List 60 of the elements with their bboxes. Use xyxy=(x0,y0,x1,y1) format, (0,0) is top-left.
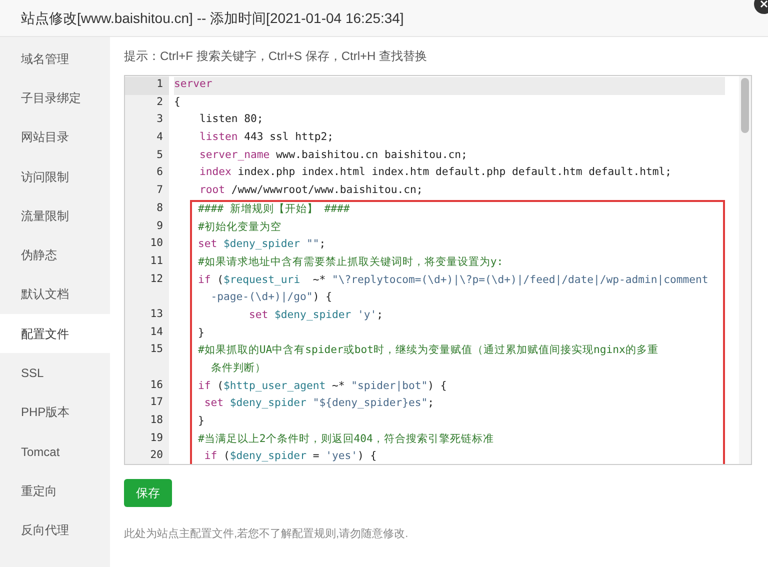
line-number: 19 xyxy=(149,430,164,446)
sidebar-item[interactable]: PHP版本 xyxy=(0,392,110,432)
window-title: 站点修改[www.baishitou.cn] -- 添加时间[2021-01-04 16:25:34] xyxy=(21,8,404,28)
code-line: root /www/wwwroot/www.baishitou.cn; xyxy=(198,183,424,198)
code-line: server_name www.baishitou.cn baishitou.cn; xyxy=(198,148,468,163)
hint-text: 提示：Ctrl+F 搜索关键字，Ctrl+S 保存，Ctrl+H 查找替换 xyxy=(124,48,428,65)
close-icon xyxy=(760,0,768,8)
code-line: #### 新增规则【开始】 #### xyxy=(198,202,351,217)
line-number: 7 xyxy=(156,183,164,198)
code-line: } xyxy=(198,326,206,341)
code-line: } xyxy=(198,414,206,430)
code-line: if ($http_user_agent ~* "spider|bot") { xyxy=(198,378,448,394)
line-number: 18 xyxy=(149,413,164,428)
code-line: #当满足以上2个条件时，则返回404，符合搜索引擎死链标准 xyxy=(198,432,495,447)
code-line: index index.php index.html index.htm default.php default.htm default.html; xyxy=(198,165,672,180)
code-line: -page-(\d+)|/go") { xyxy=(210,290,333,306)
line-number: 5 xyxy=(156,148,164,163)
line-number: 13 xyxy=(149,306,164,322)
sidebar-item[interactable]: 网站目录 xyxy=(0,118,110,157)
line-number: 15 xyxy=(149,342,164,358)
scrollbar-thumb[interactable] xyxy=(741,78,749,133)
code-line: #如果抓取的UA中含有spider或bot时，继续为变量赋值（通过累加赋值间接实现nginx的多重 xyxy=(198,343,660,358)
line-number: 8 xyxy=(156,200,164,216)
sidebar-item[interactable]: 重定向 xyxy=(0,471,110,511)
line-number: 20 xyxy=(149,448,164,464)
sidebar-item[interactable]: 域名管理 xyxy=(0,39,110,78)
code-line: if ($deny_spider = 'yes') { xyxy=(203,449,378,464)
code-editor[interactable] xyxy=(124,75,752,465)
code-line: listen 443 ssl http2; xyxy=(198,130,334,146)
line-number: 10 xyxy=(149,236,164,252)
sidebar-item[interactable]: 流量限制 xyxy=(0,196,110,236)
code-line: #如果请求地址中含有需要禁止抓取关键词时，将变量设置为y: xyxy=(198,254,504,270)
sidebar-item[interactable]: 访问限制 xyxy=(0,156,110,196)
code-line: #初始化变量为空 xyxy=(198,220,282,234)
code-line: if ($request_uri ~* "\?replytocom=(\d+)|\?p=(\d+)|/feed|/date|/wp-admin|comment xyxy=(198,272,710,288)
sidebar-item[interactable]: 伪静态 xyxy=(0,235,110,275)
code-line: set $deny_spider ""; xyxy=(198,237,327,252)
line-number: 11 xyxy=(149,254,164,269)
line-number: 9 xyxy=(156,218,164,234)
line-number: 14 xyxy=(149,324,164,340)
code-line: { xyxy=(174,94,182,110)
sidebar-item[interactable]: 反向代理 xyxy=(0,510,110,550)
line-number: 6 xyxy=(156,165,164,180)
line-number: 16 xyxy=(149,378,164,393)
sidebar-item[interactable]: 默认文档 xyxy=(0,274,110,314)
code-line: listen 80; xyxy=(198,112,264,128)
code-line: set $deny_spider 'y'; xyxy=(248,308,384,323)
line-number: 4 xyxy=(156,130,164,146)
sidebar-item[interactable]: SSL xyxy=(0,353,110,393)
line-number: 2 xyxy=(156,94,164,110)
line-number: 1 xyxy=(125,77,169,95)
code-line: 条件判断） xyxy=(210,361,267,376)
sidebar-item[interactable]: 配置文件 xyxy=(0,314,110,354)
sidebar-item[interactable]: Tomcat xyxy=(0,432,110,472)
line-number: 12 xyxy=(149,272,164,287)
note-text: 此处为站点主配置文件,若您不了解配置规则,请勿随意修改. xyxy=(124,528,408,540)
code-line: set $deny_spider "${deny_spider}es"; xyxy=(203,396,436,412)
line-number: 3 xyxy=(156,112,164,128)
line-number: 17 xyxy=(149,395,164,410)
sidebar-item[interactable]: 子目录绑定 xyxy=(0,78,110,118)
